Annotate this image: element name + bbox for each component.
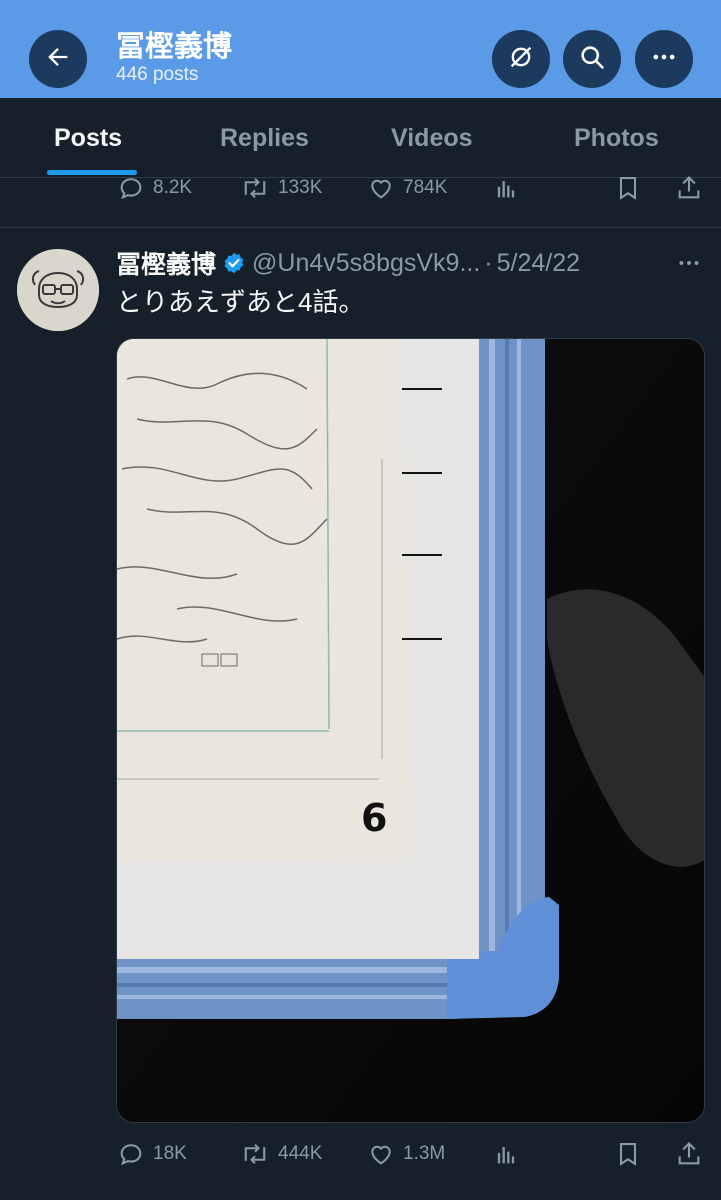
profile-header: 冨樫義博 446 posts: [0, 0, 721, 98]
avatar[interactable]: [17, 249, 99, 331]
profile-name: 冨樫義博: [116, 31, 233, 63]
like-count: 784K: [403, 177, 448, 198]
tweet-actions: 18K 444K 1.3M: [0, 1134, 721, 1174]
heart-icon: [367, 174, 395, 202]
tab-videos[interactable]: Videos: [391, 98, 473, 178]
tweet-text: とりあえずあと4話。: [116, 287, 365, 317]
search-button[interactable]: [563, 30, 621, 88]
like-button[interactable]: 1.3M: [367, 1134, 445, 1174]
repost-button[interactable]: 444K: [240, 1134, 322, 1174]
post-divider: [0, 227, 721, 228]
header-title-block: 冨樫義博 446 posts: [116, 30, 232, 86]
share-button[interactable]: [675, 168, 703, 208]
bookmark-button[interactable]: [614, 1134, 642, 1174]
tweet-more-button[interactable]: [676, 250, 702, 281]
author-name[interactable]: 冨樫義博: [116, 245, 216, 281]
repost-icon: [240, 174, 270, 202]
back-arrow-icon: [44, 43, 72, 76]
bookmark-icon: [614, 1140, 642, 1168]
tweet-photo[interactable]: 6: [116, 338, 705, 1123]
verified-badge-icon: [222, 251, 246, 275]
views-chart-icon: [492, 1140, 520, 1168]
reply-icon: [117, 1140, 145, 1168]
more-button[interactable]: [635, 30, 693, 88]
share-icon: [675, 174, 703, 202]
previous-post-actions: 8.2K 133K 784K: [0, 168, 721, 208]
share-icon: [675, 1140, 703, 1168]
more-icon: [676, 261, 702, 280]
reply-button[interactable]: 18K: [117, 1134, 187, 1174]
repost-count: 133K: [278, 177, 323, 198]
tab-posts[interactable]: Posts: [54, 98, 122, 178]
share-button[interactable]: [675, 1134, 703, 1174]
reply-count: 18K: [153, 1143, 187, 1164]
tab-replies[interactable]: Replies: [220, 98, 309, 178]
tweet-date[interactable]: 5/24/22: [497, 249, 580, 278]
back-button[interactable]: [29, 30, 87, 88]
premium-button[interactable]: [492, 30, 550, 88]
like-button[interactable]: 784K: [367, 168, 447, 208]
author-handle[interactable]: @Un4v5s8bgsVk9...: [252, 249, 480, 278]
tab-photos[interactable]: Photos: [574, 98, 659, 178]
bookmark-icon: [614, 174, 642, 202]
reply-icon: [117, 174, 145, 202]
like-count: 1.3M: [403, 1143, 446, 1164]
bookmark-button[interactable]: [614, 168, 642, 208]
repost-icon: [240, 1140, 270, 1168]
views-button[interactable]: [492, 1134, 520, 1174]
views-button[interactable]: [492, 168, 520, 208]
profile-tabs: Posts Replies Videos Photos: [0, 98, 721, 178]
repost-count: 444K: [278, 1143, 323, 1164]
search-icon: [578, 43, 606, 76]
date-separator: ·: [484, 248, 493, 277]
reply-button[interactable]: 8.2K: [117, 168, 192, 208]
views-chart-icon: [492, 174, 520, 202]
tweet-header: 冨樫義博 @Un4v5s8bgsVk9... · 5/24/22: [116, 244, 706, 282]
premium-slash-icon: [507, 43, 535, 76]
post-count: 446 posts: [116, 64, 199, 85]
heart-icon: [367, 1140, 395, 1168]
repost-button[interactable]: 133K: [240, 168, 322, 208]
reply-count: 8.2K: [153, 177, 193, 198]
photo-page-number: 6: [361, 796, 387, 840]
more-icon: [650, 43, 678, 76]
